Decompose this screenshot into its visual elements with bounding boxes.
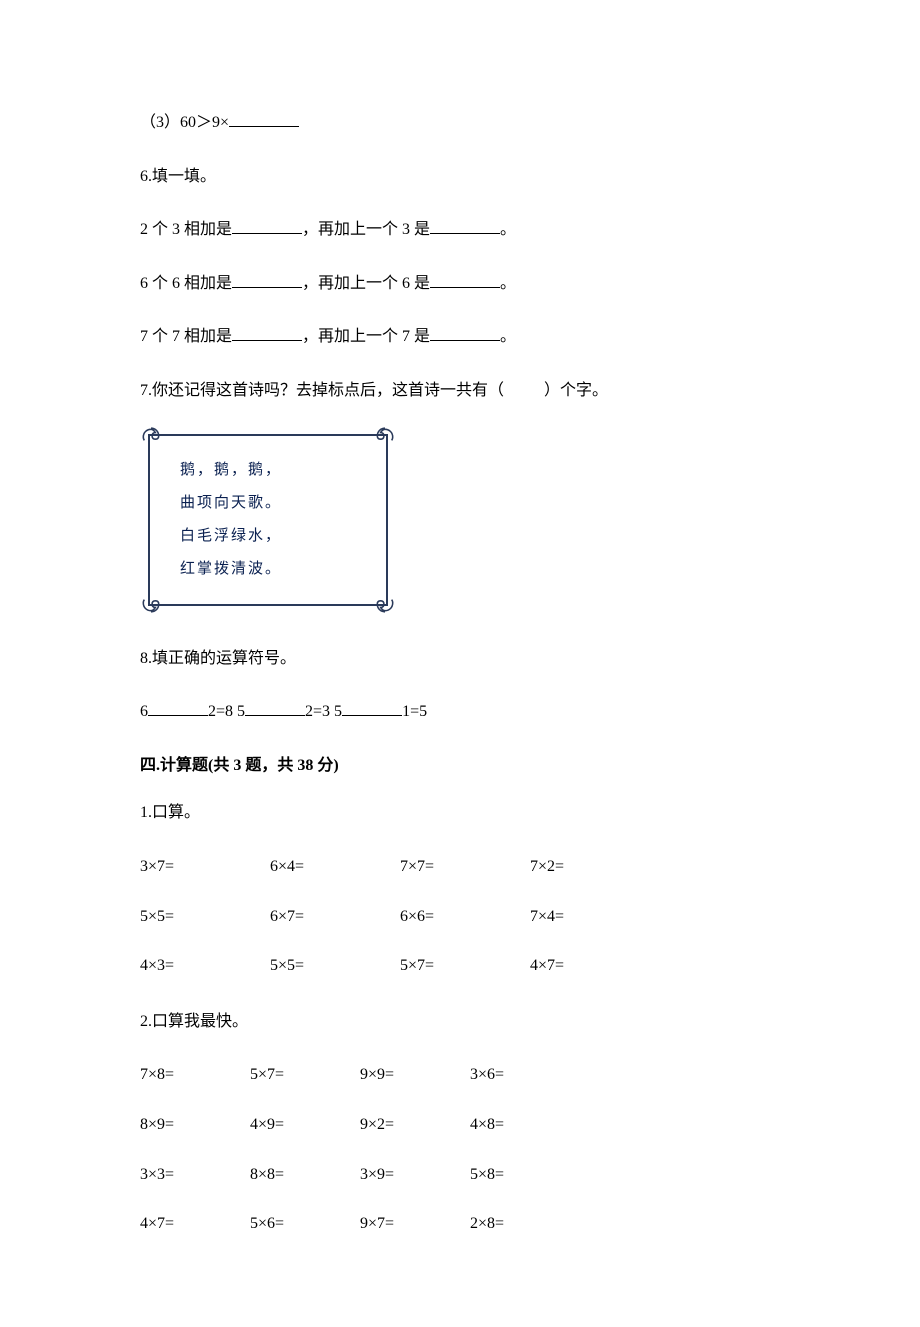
q6-r2-c: 。: [500, 275, 516, 292]
fill-blank[interactable]: [232, 325, 302, 341]
calc-cell: 4×9=: [250, 1112, 360, 1138]
q8-p0: 6: [140, 703, 148, 720]
corner-ornament-icon: [140, 426, 162, 448]
calc-cell: 5×8=: [470, 1162, 580, 1188]
q6-r3-b: ，再加上一个 7 是: [302, 328, 430, 345]
q7-text-b: ）个字。: [544, 382, 608, 399]
q6-row-2: 6 个 6 相加是 ，再加上一个 6 是 。: [140, 271, 780, 297]
fill-blank[interactable]: [229, 111, 299, 127]
q6-r3-c: 。: [500, 328, 516, 345]
poem-line: 白毛浮绿水，: [180, 520, 356, 553]
s4-q2-title: 2.口算我最快。: [140, 1009, 780, 1035]
calc-cell: 3×7=: [140, 854, 270, 880]
poem-box: 鹅，鹅，鹅， 曲项向天歌。 白毛浮绿水， 红掌拨清波。: [148, 434, 388, 606]
calc-cell: 4×7=: [530, 953, 660, 979]
calc-cell: 7×2=: [530, 854, 660, 880]
calc-cell: 4×8=: [470, 1112, 580, 1138]
fill-blank[interactable]: [232, 218, 302, 234]
calc-cell: 6×4=: [270, 854, 400, 880]
corner-ornament-icon: [140, 592, 162, 614]
calc-cell: 3×3=: [140, 1162, 250, 1188]
calc-cell: 5×5=: [140, 904, 270, 930]
calc-cell: 3×6=: [470, 1062, 580, 1088]
fill-blank[interactable]: [430, 272, 500, 288]
poem-line: 红掌拨清波。: [180, 553, 356, 586]
q8-title: 8.填正确的运算符号。: [140, 646, 780, 672]
q7-text-a: 7.你还记得这首诗吗？去掉标点后，这首诗一共有（: [140, 382, 504, 399]
q6-r1-b: ，再加上一个 3 是: [302, 221, 430, 238]
q7-text: 7.你还记得这首诗吗？去掉标点后，这首诗一共有（ ）个字。: [140, 378, 780, 404]
fill-blank[interactable]: [430, 325, 500, 341]
fill-blank[interactable]: [148, 700, 208, 716]
calc-cell: 6×6=: [400, 904, 530, 930]
calc-cell: 7×4=: [530, 904, 660, 930]
q6-r2-b: ，再加上一个 6 是: [302, 275, 430, 292]
corner-ornament-icon: [374, 592, 396, 614]
calc-cell: 2×8=: [470, 1211, 580, 1237]
q6-r2-a: 6 个 6 相加是: [140, 275, 232, 292]
fill-blank[interactable]: [232, 272, 302, 288]
fill-blank[interactable]: [342, 700, 402, 716]
calc-cell: 9×2=: [360, 1112, 470, 1138]
calc-cell: 9×9=: [360, 1062, 470, 1088]
calc-cell: 7×8=: [140, 1062, 250, 1088]
calc-cell: 9×7=: [360, 1211, 470, 1237]
calc-cell: 5×5=: [270, 953, 400, 979]
calc-cell: 8×9=: [140, 1112, 250, 1138]
q5-3-text: （3）60＞9×: [140, 114, 229, 131]
q6-row-3: 7 个 7 相加是 ，再加上一个 7 是 。: [140, 324, 780, 350]
calc-cell: 6×7=: [270, 904, 400, 930]
fill-blank[interactable]: [430, 218, 500, 234]
corner-ornament-icon: [374, 426, 396, 448]
q5-part3: （3）60＞9×: [140, 110, 780, 136]
q6-r3-a: 7 个 7 相加是: [140, 328, 232, 345]
q8-row: 6 2=8 5 2=3 5 1=5: [140, 699, 780, 725]
q6-r1-c: 。: [500, 221, 516, 238]
calc-cell: 5×7=: [400, 953, 530, 979]
q8-p1: 2=8 5: [208, 703, 245, 720]
poem-frame: 鹅，鹅，鹅， 曲项向天歌。 白毛浮绿水， 红掌拨清波。: [148, 434, 388, 606]
s4-q1-grid: 3×7= 6×4= 7×7= 7×2= 5×5= 6×7= 6×6= 7×4= …: [140, 854, 780, 979]
q6-row-1: 2 个 3 相加是 ，再加上一个 3 是 。: [140, 217, 780, 243]
calc-cell: 5×7=: [250, 1062, 360, 1088]
poem-line: 曲项向天歌。: [180, 487, 356, 520]
calc-cell: 7×7=: [400, 854, 530, 880]
calc-cell: 5×6=: [250, 1211, 360, 1237]
q6-r1-a: 2 个 3 相加是: [140, 221, 232, 238]
calc-cell: 8×8=: [250, 1162, 360, 1188]
calc-cell: 4×3=: [140, 953, 270, 979]
poem-line: 鹅，鹅，鹅，: [180, 454, 356, 487]
q6-title: 6.填一填。: [140, 164, 780, 190]
s4-q2-grid: 7×8= 5×7= 9×9= 3×6= 8×9= 4×9= 9×2= 4×8= …: [140, 1062, 780, 1236]
fill-blank[interactable]: [245, 700, 305, 716]
calc-cell: 3×9=: [360, 1162, 470, 1188]
calc-cell: 4×7=: [140, 1211, 250, 1237]
q8-p2: 2=3 5: [305, 703, 342, 720]
q8-p3: 1=5: [402, 703, 427, 720]
section-4-head: 四.计算题(共 3 题，共 38 分): [140, 753, 780, 779]
s4-q1-title: 1.口算。: [140, 800, 780, 826]
